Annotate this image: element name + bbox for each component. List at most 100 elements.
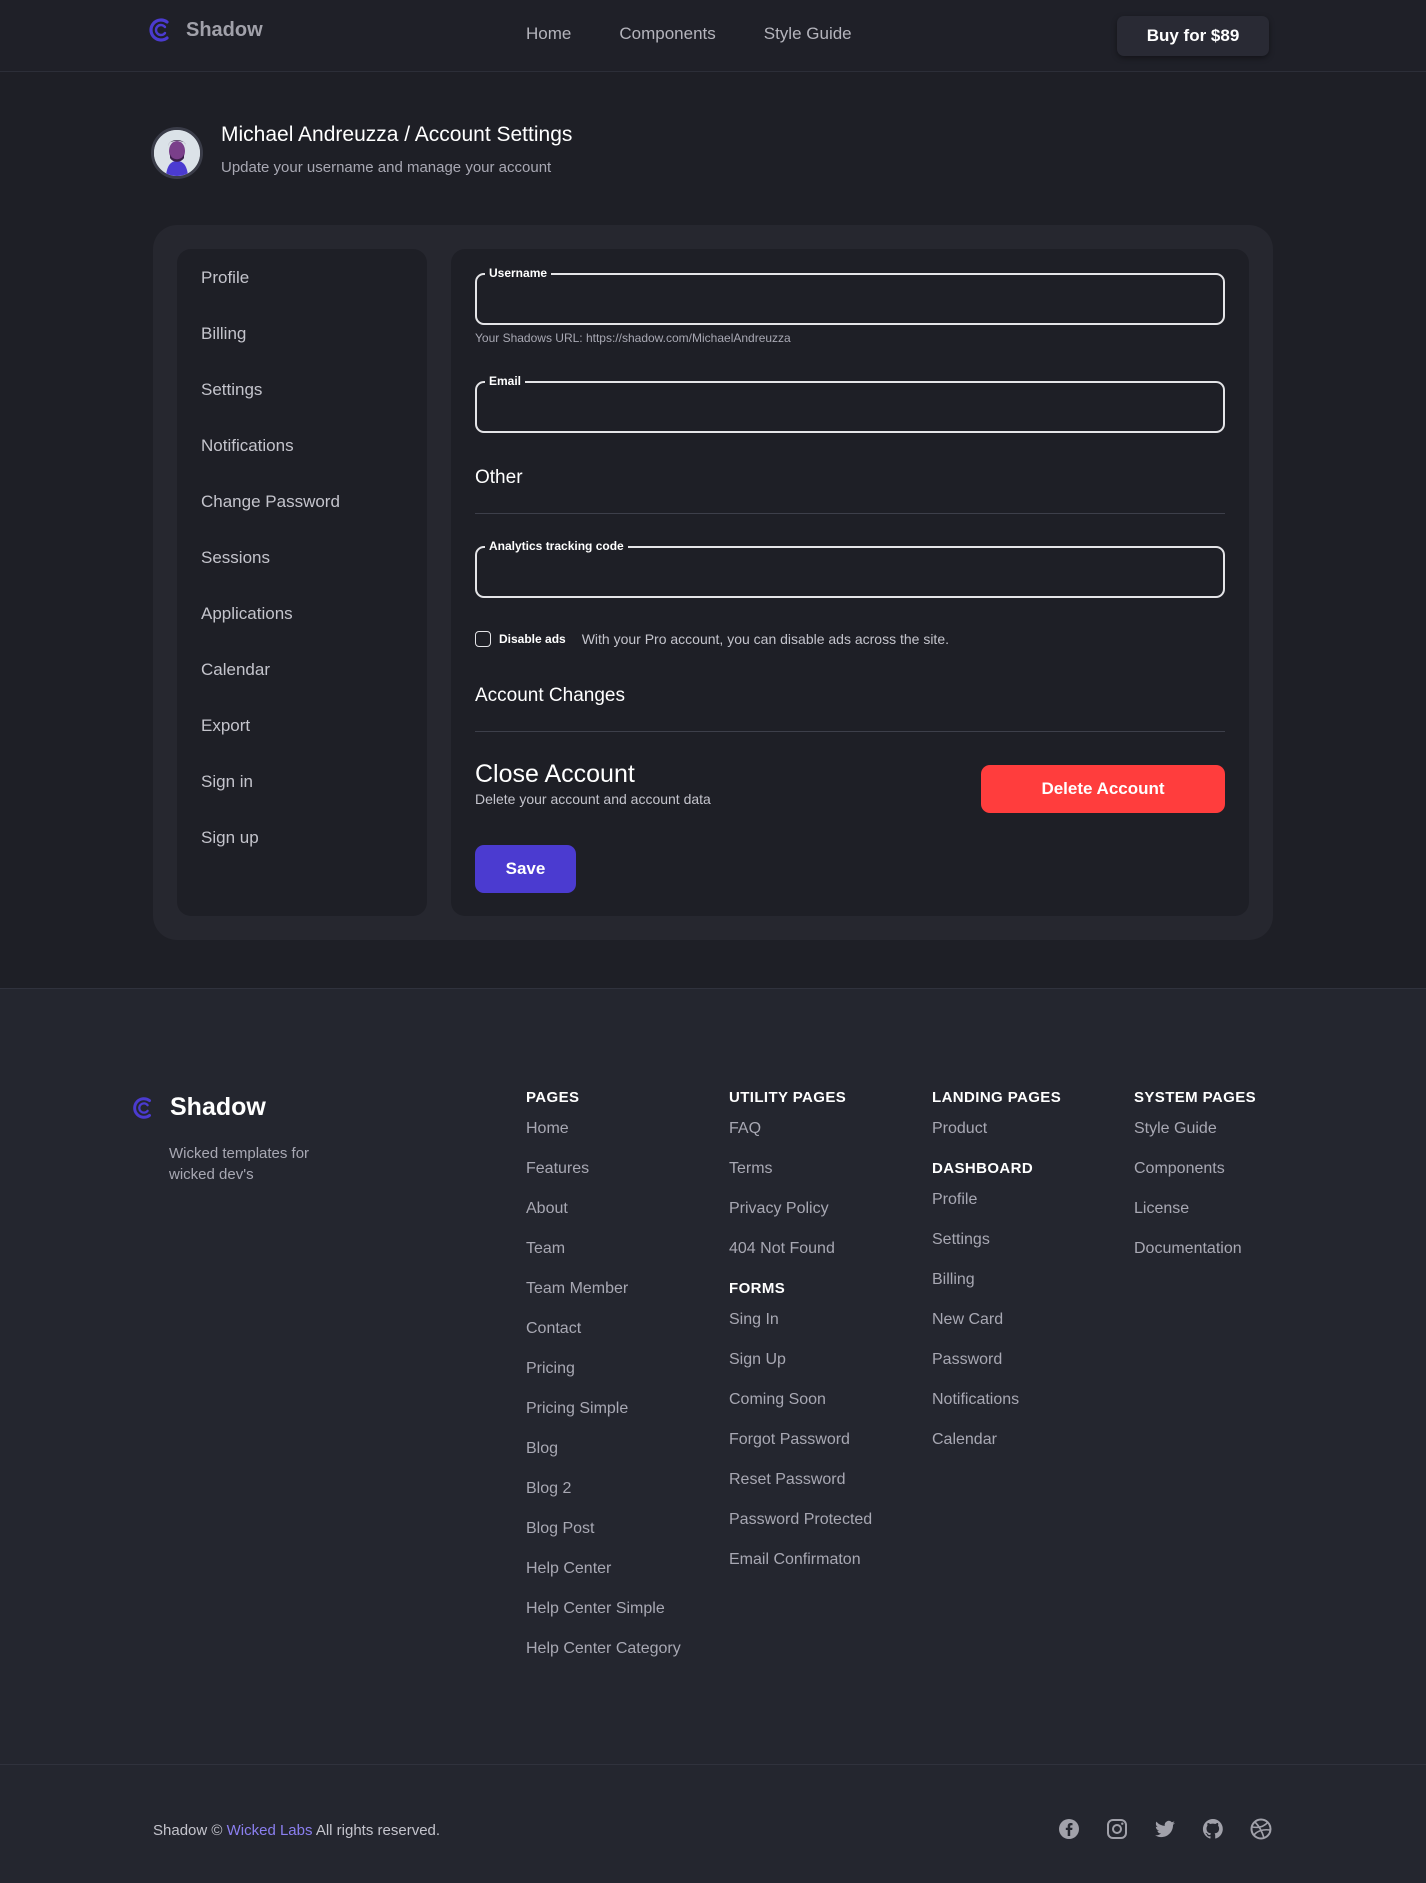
brand-link[interactable]: Shadow	[146, 16, 263, 44]
username-label: Username	[485, 266, 552, 280]
sidebar-item-sign-in[interactable]: Sign in	[177, 762, 427, 818]
footer-link[interactable]: Sing In	[729, 1311, 872, 1351]
page-header: Michael Andreuzza / Account Settings Upd…	[151, 123, 572, 179]
divider	[475, 513, 1225, 514]
footer-heading: DASHBOARD	[932, 1160, 1034, 1177]
nav-style-guide-link[interactable]: Style Guide	[764, 24, 852, 44]
footer-link[interactable]: Help Center Category	[526, 1640, 681, 1680]
footer-link[interactable]: Team Member	[526, 1280, 681, 1320]
footer-link[interactable]: Calendar	[932, 1431, 1061, 1471]
github-icon[interactable]	[1201, 1817, 1225, 1841]
footer-link[interactable]: Documentation	[1134, 1240, 1256, 1280]
footer-link[interactable]: Coming Soon	[729, 1391, 872, 1431]
page-subtitle: Update your username and manage your acc…	[221, 159, 552, 176]
close-account-subtitle: Delete your account and account data	[475, 791, 711, 807]
logo-icon	[149, 18, 169, 42]
footer-link[interactable]: Blog	[526, 1440, 681, 1480]
footer-col-utility: UTILITY PAGES FAQ Terms Privacy Policy 4…	[729, 1089, 872, 1591]
footer-heading: SYSTEM PAGES	[1134, 1089, 1257, 1106]
footer-link[interactable]: About	[526, 1200, 681, 1240]
footer-link[interactable]: Pricing	[526, 1360, 681, 1400]
footer-bottom-bar: Shadow © Wicked Labs All rights reserved…	[0, 1764, 1426, 1883]
buy-button[interactable]: Buy for $89	[1117, 16, 1269, 56]
sidebar-item-billing[interactable]: Billing	[177, 314, 427, 370]
analytics-field[interactable]: Analytics tracking code	[475, 539, 1225, 598]
footer-link[interactable]: New Card	[932, 1311, 1061, 1351]
delete-account-button[interactable]: Delete Account	[981, 765, 1225, 813]
footer-link[interactable]: Help Center Simple	[526, 1600, 681, 1640]
footer-link[interactable]: Password	[932, 1351, 1061, 1391]
footer-link[interactable]: Billing	[932, 1271, 1061, 1311]
footer-link[interactable]: Contact	[526, 1320, 681, 1360]
sidebar-item-export[interactable]: Export	[177, 706, 427, 762]
logo-icon	[133, 1096, 151, 1119]
footer-link[interactable]: Help Center	[526, 1560, 681, 1600]
page-title: Michael Andreuzza / Account Settings	[221, 123, 573, 146]
footer-heading: UTILITY PAGES	[729, 1089, 847, 1106]
facebook-icon[interactable]	[1057, 1817, 1081, 1841]
avatar	[151, 127, 203, 179]
footer-col-landing: LANDING PAGES Product DASHBOARD Profile …	[932, 1089, 1061, 1471]
sidebar-item-applications[interactable]: Applications	[177, 594, 427, 650]
footer-link[interactable]: Email Confirmaton	[729, 1551, 872, 1591]
footer-tagline: Wicked templates for wicked dev's	[169, 1145, 310, 1183]
settings-form: Username Your Shadows URL: https://shado…	[451, 249, 1249, 916]
brand-name: Shadow	[186, 18, 263, 41]
dribbble-icon[interactable]	[1249, 1817, 1273, 1841]
disable-ads-row: Disable ads With your Pro account, you c…	[475, 631, 949, 647]
footer-link[interactable]: Product	[932, 1120, 1061, 1160]
account-changes-heading: Account Changes	[475, 685, 625, 706]
sidebar-item-profile[interactable]: Profile	[177, 258, 427, 314]
footer-link[interactable]: Home	[526, 1120, 681, 1160]
username-field[interactable]: Username	[475, 266, 1225, 325]
footer-link[interactable]: Privacy Policy	[729, 1200, 872, 1240]
footer-link[interactable]: Terms	[729, 1160, 872, 1200]
nav-home-link[interactable]: Home	[526, 24, 571, 44]
primary-nav: Home Components Style Guide	[526, 24, 852, 44]
sidebar-item-sessions[interactable]: Sessions	[177, 538, 427, 594]
copyright: Shadow © Wicked Labs All rights reserved…	[153, 1822, 440, 1839]
footer-link[interactable]: 404 Not Found	[729, 1240, 872, 1280]
footer-link[interactable]: Notifications	[932, 1391, 1061, 1431]
other-heading: Other	[475, 467, 523, 488]
nav-components-link[interactable]: Components	[619, 24, 715, 44]
disable-ads-label[interactable]: Disable ads	[499, 632, 566, 646]
footer-link[interactable]: Components	[1134, 1160, 1256, 1200]
sidebar-item-notifications[interactable]: Notifications	[177, 426, 427, 482]
disable-ads-checkbox[interactable]	[475, 631, 491, 647]
instagram-icon[interactable]	[1105, 1817, 1129, 1841]
email-field[interactable]: Email	[475, 374, 1225, 433]
settings-card: Profile Billing Settings Notifications C…	[153, 225, 1273, 940]
divider	[475, 731, 1225, 732]
sidebar-item-sign-up[interactable]: Sign up	[177, 818, 427, 874]
footer-link[interactable]: Team	[526, 1240, 681, 1280]
footer-link[interactable]: License	[1134, 1200, 1256, 1240]
footer-link[interactable]: Settings	[932, 1231, 1061, 1271]
disable-ads-description: With your Pro account, you can disable a…	[581, 631, 949, 647]
footer-link[interactable]: Blog 2	[526, 1480, 681, 1520]
top-navbar: Shadow Home Components Style Guide Buy f…	[0, 0, 1426, 72]
save-button[interactable]: Save	[475, 845, 576, 893]
email-label: Email	[485, 374, 526, 388]
twitter-icon[interactable]	[1153, 1817, 1177, 1841]
footer-col-pages: PAGES Home Features About Team Team Memb…	[526, 1089, 681, 1680]
sidebar-item-settings[interactable]: Settings	[177, 370, 427, 426]
footer-heading: FORMS	[729, 1280, 786, 1297]
footer-link[interactable]: Profile	[932, 1191, 1061, 1231]
footer-link[interactable]: Password Protected	[729, 1511, 872, 1551]
footer-link[interactable]: FAQ	[729, 1120, 872, 1160]
sidebar-item-change-password[interactable]: Change Password	[177, 482, 427, 538]
footer-link[interactable]: Blog Post	[526, 1520, 681, 1560]
wicked-labs-link[interactable]: Wicked Labs	[227, 1822, 313, 1839]
footer: Shadow Wicked templates for wicked dev's…	[0, 988, 1426, 1764]
footer-link[interactable]: Forgot Password	[729, 1431, 872, 1471]
footer-link[interactable]: Sign Up	[729, 1351, 872, 1391]
footer-link[interactable]: Reset Password	[729, 1471, 872, 1511]
sidebar-item-calendar[interactable]: Calendar	[177, 650, 427, 706]
footer-heading: LANDING PAGES	[932, 1089, 1062, 1106]
footer-link[interactable]: Features	[526, 1160, 681, 1200]
footer-link[interactable]: Pricing Simple	[526, 1400, 681, 1440]
close-account-title: Close Account	[475, 760, 635, 788]
footer-link[interactable]: Style Guide	[1134, 1120, 1256, 1160]
footer-brand[interactable]: Shadow	[130, 1093, 266, 1122]
